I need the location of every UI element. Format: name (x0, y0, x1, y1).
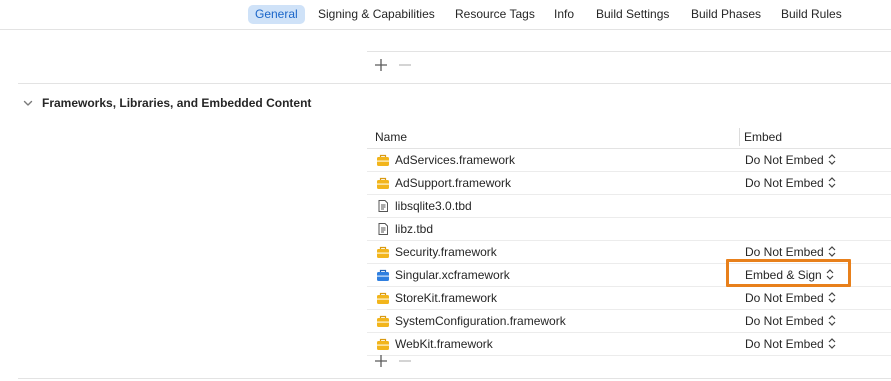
remove-button[interactable] (396, 350, 414, 372)
highlight-box (726, 259, 851, 287)
tab-signing-capabilities[interactable]: Signing & Capabilities (318, 5, 435, 24)
frameworks-table: Name Embed AdServices.framework Do Not E… (367, 126, 891, 356)
framework-name: libz.tbd (395, 222, 434, 236)
up-down-chevron-icon (828, 338, 836, 352)
embed-value: Do Not Embed (745, 337, 824, 351)
table-row[interactable]: libsqlite3.0.tbd (367, 195, 891, 218)
divider (367, 51, 891, 52)
framework-name: AdServices.framework (395, 153, 516, 167)
column-header-name[interactable]: Name (375, 130, 407, 144)
embed-popup[interactable]: Do Not Embed (745, 153, 836, 168)
tbd-file-icon (376, 199, 390, 213)
table-row[interactable]: SystemConfiguration.framework Do Not Emb… (367, 310, 891, 333)
tab-general[interactable]: General (248, 5, 305, 24)
up-down-chevron-icon (828, 154, 836, 168)
framework-name: libsqlite3.0.tbd (395, 199, 472, 213)
framework-name: AdSupport.framework (395, 176, 512, 190)
embed-popup[interactable]: Do Not Embed (745, 337, 836, 352)
table-row[interactable]: AdSupport.framework Do Not Embed (367, 172, 891, 195)
framework-name: Security.framework (395, 245, 497, 259)
framework-name: WebKit.framework (395, 337, 493, 351)
up-down-chevron-icon (828, 246, 836, 260)
embed-value: Do Not Embed (745, 291, 824, 305)
add-button[interactable] (372, 350, 390, 372)
section-title: Frameworks, Libraries, and Embedded Cont… (42, 96, 312, 110)
framework-name: SystemConfiguration.framework (395, 314, 566, 328)
table-header: Name Embed (367, 126, 891, 149)
column-divider (739, 128, 740, 146)
xcframework-icon (376, 268, 390, 282)
tab-resource-tags[interactable]: Resource Tags (455, 5, 535, 24)
framework-icon (376, 176, 390, 190)
tab-build-rules[interactable]: Build Rules (781, 5, 842, 24)
up-down-chevron-icon (828, 292, 836, 306)
up-down-chevron-icon (828, 315, 836, 329)
tab-build-phases[interactable]: Build Phases (691, 5, 761, 24)
tbd-file-icon (376, 222, 390, 236)
table-row[interactable]: WebKit.framework Do Not Embed (367, 333, 891, 356)
framework-name: StoreKit.framework (395, 291, 498, 305)
embed-popup[interactable]: Do Not Embed (745, 176, 836, 191)
add-button[interactable] (372, 54, 390, 76)
table-row[interactable]: AdServices.framework Do Not Embed (367, 149, 891, 172)
embed-popup[interactable]: Do Not Embed (745, 314, 836, 329)
up-down-chevron-icon (828, 177, 836, 191)
section-divider (18, 378, 891, 379)
remove-button[interactable] (396, 54, 414, 76)
embed-popup[interactable]: Do Not Embed (745, 291, 836, 306)
tab-info[interactable]: Info (554, 5, 574, 24)
tab-build-settings[interactable]: Build Settings (596, 5, 669, 24)
framework-name: Singular.xcframework (395, 268, 510, 282)
embed-value: Do Not Embed (745, 153, 824, 167)
table-row[interactable]: libz.tbd (367, 218, 891, 241)
embed-popup[interactable]: Do Not Embed (745, 245, 836, 260)
framework-icon (376, 291, 390, 305)
editor-tab-bar: General Signing & Capabilities Resource … (0, 0, 891, 30)
section-divider (18, 83, 891, 84)
column-header-embed[interactable]: Embed (744, 130, 782, 144)
embed-value: Do Not Embed (745, 176, 824, 190)
framework-icon (376, 314, 390, 328)
table-row[interactable]: StoreKit.framework Do Not Embed (367, 287, 891, 310)
embed-value: Do Not Embed (745, 314, 824, 328)
framework-icon (376, 245, 390, 259)
embed-value: Do Not Embed (745, 245, 824, 259)
framework-icon (376, 153, 390, 167)
chevron-down-icon[interactable] (22, 97, 34, 109)
framework-icon (376, 337, 390, 351)
